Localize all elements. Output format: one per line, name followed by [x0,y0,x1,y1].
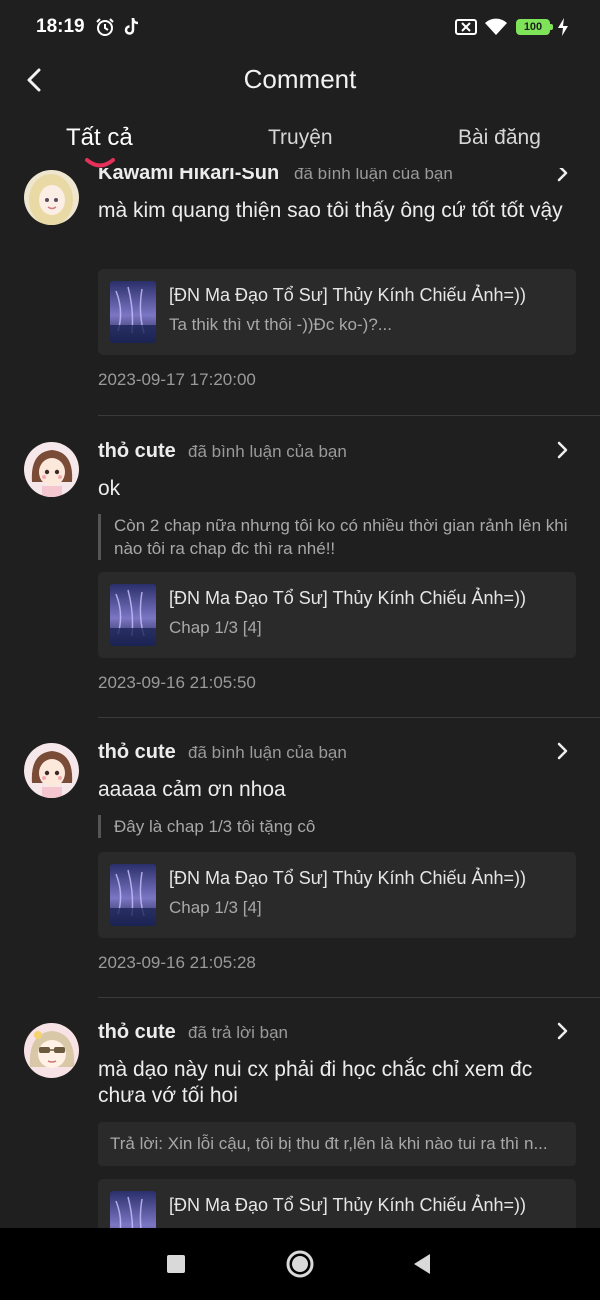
comment-text: mà kim quang thiện sao tôi thấy ông cứ t… [98,199,563,222]
divider [98,717,600,718]
divider [98,997,600,998]
recents-icon[interactable] [162,1250,190,1278]
story-thumbnail [110,864,156,926]
charging-icon [556,15,570,39]
story-title: [ĐN Ma Đạo Tổ Sư] Thủy Kính Chiếu Ảnh=)) [169,285,527,305]
battery-level: 100 [523,21,543,33]
tiktok-icon [122,15,144,39]
avatar[interactable] [24,170,79,225]
status-bar: 18:19 100 [0,0,600,56]
divider [98,415,600,416]
quoted-comment: Đây là chap 1/3 tôi tặng cô [98,815,568,838]
chevron-right-icon[interactable] [553,1020,573,1042]
comment-timestamp: 2023-09-16 21:05:50 [98,673,256,692]
story-thumbnail [110,584,156,646]
story-title: [ĐN Ma Đạo Tổ Sư] Thủy Kính Chiếu Ảnh=)) [169,868,527,888]
page-title: Comment [243,64,357,94]
comment-timestamp: 2023-09-17 17:20:00 [98,370,256,389]
story-subtitle: Chap 1/3 [4] [169,898,262,917]
username[interactable]: thỏ cute [98,741,176,764]
comment-text: ok [98,477,121,500]
avatar[interactable] [24,1023,79,1078]
app-header: Comment [0,56,600,106]
story-subtitle: Ta thik thì vt thôi -))Đc ko-)?... [169,315,392,334]
system-nav-bar [0,1228,600,1300]
story-thumbnail [110,1191,156,1228]
story-card[interactable]: [ĐN Ma Đạo Tổ Sư] Thủy Kính Chiếu Ảnh=))… [98,572,576,658]
tab-stories[interactable]: Truyện [268,126,333,150]
story-title: [ĐN Ma Đạo Tổ Sư] Thủy Kính Chiếu Ảnh=)) [169,588,527,608]
comment-action: đã bình luận của bạn [188,743,347,762]
comment-action: đã trả lời bạn [188,1023,288,1042]
chevron-right-icon[interactable] [553,168,573,184]
username[interactable]: Kawami Hikari-Sun [98,168,279,185]
comment-action: đã bình luận của bạn [294,168,453,183]
username[interactable]: thỏ cute [98,1021,176,1044]
back-icon[interactable] [408,1250,436,1278]
comment-action: đã bình luận của bạn [188,442,347,461]
sim-off-icon [454,15,478,39]
comment-timestamp: 2023-09-16 21:05:28 [98,953,256,972]
status-time: 18:19 [36,16,85,37]
story-card[interactable]: [ĐN Ma Đạo Tổ Sư] Thủy Kính Chiếu Ảnh=)) [98,1179,576,1228]
tab-bar: Tất cả Truyện Bài đăng [0,112,600,168]
alarm-icon [94,15,116,39]
home-icon[interactable] [284,1248,316,1280]
story-card[interactable]: [ĐN Ma Đạo Tổ Sư] Thủy Kính Chiếu Ảnh=))… [98,852,576,938]
battery-icon: 100 [516,19,553,35]
tab-all[interactable]: Tất cả [66,124,133,152]
comment-list: Kawami Hikari-Sun đã bình luận của bạn m… [0,168,600,1228]
wifi-icon [484,15,508,39]
reply-preview[interactable]: Trả lời: Xin lỗi cậu, tôi bị thu đt r,lê… [98,1122,576,1166]
story-thumbnail [110,281,156,343]
story-subtitle: Chap 1/3 [4] [169,618,262,637]
comment-text: mà dạo này nui cx phải đi học chắc chỉ x… [98,1058,533,1107]
active-tab-indicator [85,156,115,168]
story-card[interactable]: [ĐN Ma Đạo Tổ Sư] Thủy Kính Chiếu Ảnh=))… [98,269,576,355]
comment-text: aaaaa cảm ơn nhoa [98,778,286,801]
avatar[interactable] [24,743,79,798]
story-title: [ĐN Ma Đạo Tổ Sư] Thủy Kính Chiếu Ảnh=)) [169,1195,527,1215]
avatar[interactable] [24,442,79,497]
tab-posts[interactable]: Bài đăng [458,126,541,150]
chevron-right-icon[interactable] [553,439,573,461]
quoted-comment: Còn 2 chap nữa nhưng tôi ko có nhiều thờ… [98,514,568,560]
chevron-right-icon[interactable] [553,740,573,762]
username[interactable]: thỏ cute [98,440,176,463]
